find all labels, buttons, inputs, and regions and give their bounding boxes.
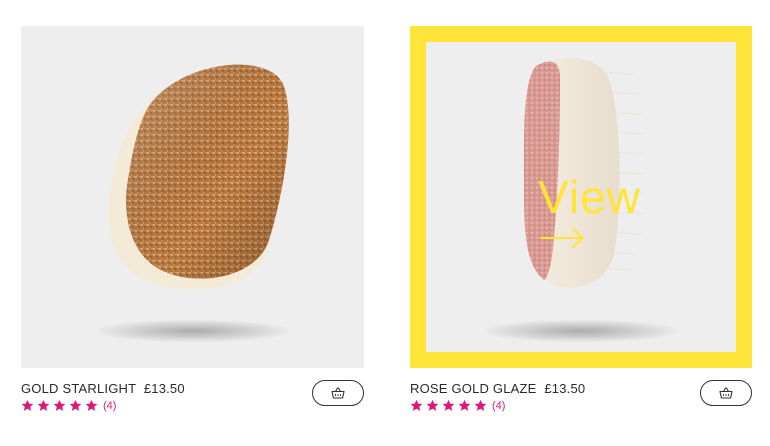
basket-icon (719, 387, 733, 399)
view-hover-overlay[interactable]: View (538, 174, 678, 264)
arrow-right-icon (540, 228, 584, 248)
product-image-highlight-frame[interactable]: View (410, 26, 752, 368)
star-icon (85, 399, 98, 411)
gold-starlight-brush-image (108, 64, 289, 290)
star-icon (410, 399, 423, 411)
product-price: £13.50 (544, 381, 586, 396)
star-icon (458, 399, 471, 411)
star-rating[interactable]: (4) (410, 399, 505, 412)
product-name[interactable]: GOLD STARLIGHT (21, 381, 136, 396)
star-icon (69, 399, 82, 411)
product-card-gold-starlight[interactable]: GOLD STARLIGHT £13.50 (4) (21, 26, 364, 446)
product-info: ROSE GOLD GLAZE £13.50 (4) (410, 380, 752, 440)
view-label[interactable]: View (538, 174, 678, 220)
star-rating[interactable]: (4) (21, 399, 116, 412)
star-icon (53, 399, 66, 411)
product-price: £13.50 (143, 381, 185, 396)
add-to-basket-button[interactable] (700, 380, 752, 406)
product-title-line[interactable]: GOLD STARLIGHT £13.50 (21, 381, 185, 396)
product-image[interactable]: View (426, 42, 736, 352)
product-title-line[interactable]: ROSE GOLD GLAZE £13.50 (410, 381, 585, 396)
star-icon (21, 399, 34, 411)
product-name[interactable]: ROSE GOLD GLAZE (410, 381, 537, 396)
star-icon (426, 399, 439, 411)
basket-icon (331, 387, 345, 399)
product-image[interactable] (21, 26, 364, 368)
star-icon (474, 399, 487, 411)
product-info: GOLD STARLIGHT £13.50 (4) (21, 380, 364, 440)
star-icon (442, 399, 455, 411)
review-count[interactable]: (4) (492, 400, 505, 412)
product-card-rose-gold-glaze[interactable]: View ROSE GOLD GLAZE £13.50 (4) (410, 26, 752, 446)
review-count[interactable]: (4) (103, 400, 116, 412)
add-to-basket-button[interactable] (312, 380, 364, 406)
star-icon (37, 399, 50, 411)
